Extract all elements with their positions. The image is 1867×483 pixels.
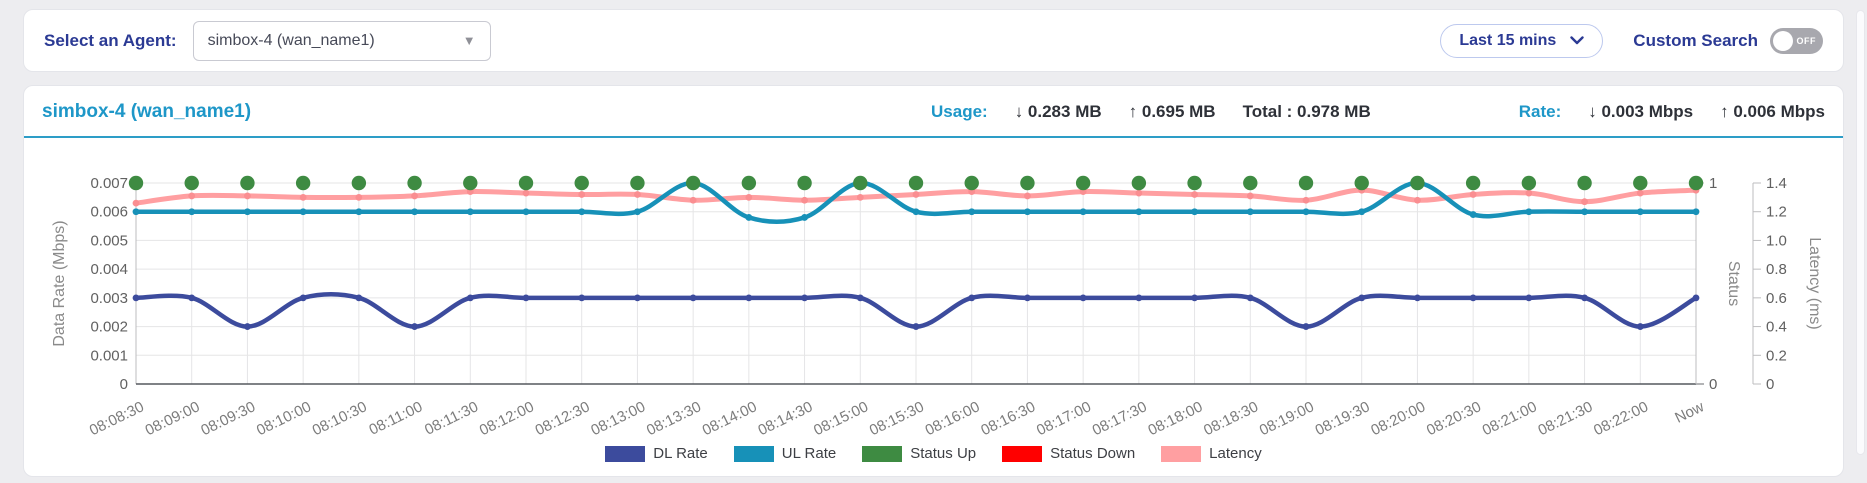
page-scrollbar[interactable]	[1856, 10, 1865, 455]
svg-text:08:17:00: 08:17:00	[1034, 398, 1094, 438]
svg-text:1.4: 1.4	[1766, 175, 1787, 192]
agent-select[interactable]: simbox-4 (wan_name1) ▼	[193, 21, 491, 61]
legend-swatch	[1002, 446, 1042, 462]
svg-text:0.2: 0.2	[1766, 347, 1787, 364]
legend-swatch	[734, 446, 774, 462]
toggle-state-label: OFF	[1797, 36, 1817, 46]
usage-total: Total : 0.978 MB	[1243, 102, 1371, 122]
svg-text:08:15:00: 08:15:00	[811, 398, 871, 438]
legend-item-status-up[interactable]: Status Up	[862, 445, 976, 462]
legend-swatch	[1161, 446, 1201, 462]
agent-select-value: simbox-4 (wan_name1)	[208, 32, 463, 50]
usage-stats: Usage: ↓ 0.283 MB ↑ 0.695 MB Total : 0.9…	[931, 102, 1371, 122]
svg-text:08:22:00: 08:22:00	[1591, 398, 1651, 438]
panel-title: simbox-4 (wan_name1)	[42, 101, 931, 123]
legend-item-ul-rate[interactable]: UL Rate	[734, 445, 836, 462]
svg-text:08:16:30: 08:16:30	[978, 398, 1038, 438]
legend-label: DL Rate	[653, 445, 707, 462]
svg-text:Now: Now	[1672, 398, 1707, 427]
custom-search-toggle[interactable]: OFF	[1770, 28, 1823, 54]
svg-text:Status: Status	[1725, 261, 1742, 306]
select-agent-label: Select an Agent:	[44, 31, 177, 51]
svg-text:08:13:00: 08:13:00	[588, 398, 648, 438]
svg-text:08:11:30: 08:11:30	[422, 398, 481, 438]
rate-label: Rate:	[1519, 102, 1562, 122]
svg-text:08:19:00: 08:19:00	[1257, 398, 1317, 438]
legend-swatch	[605, 446, 645, 462]
svg-text:08:20:00: 08:20:00	[1368, 398, 1428, 438]
panel-header: simbox-4 (wan_name1) Usage: ↓ 0.283 MB ↑…	[24, 86, 1843, 138]
top-toolbar: Select an Agent: simbox-4 (wan_name1) ▼ …	[23, 9, 1844, 72]
time-range-value: Last 15 mins	[1459, 32, 1556, 50]
svg-text:Latency (ms): Latency (ms)	[1806, 237, 1823, 329]
svg-text:0.003: 0.003	[90, 290, 128, 307]
svg-text:0.6: 0.6	[1766, 290, 1787, 307]
legend-label: UL Rate	[782, 445, 836, 462]
rate-download: ↓ 0.003 Mbps	[1588, 102, 1693, 122]
svg-text:1.2: 1.2	[1766, 204, 1787, 221]
svg-text:08:13:30: 08:13:30	[644, 398, 704, 438]
svg-text:0.004: 0.004	[90, 261, 128, 278]
svg-text:08:08:30: 08:08:30	[87, 398, 147, 438]
rate-stats: Rate: ↓ 0.003 Mbps ↑ 0.006 Mbps	[1519, 102, 1825, 122]
usage-upload: ↑ 0.695 MB	[1129, 102, 1216, 122]
svg-text:0.8: 0.8	[1766, 261, 1787, 278]
toggle-knob	[1773, 31, 1793, 51]
legend-item-status-down[interactable]: Status Down	[1002, 445, 1135, 462]
svg-text:08:19:30: 08:19:30	[1313, 398, 1373, 438]
time-range-dropdown[interactable]: Last 15 mins	[1440, 24, 1603, 58]
svg-text:0.002: 0.002	[90, 319, 128, 336]
svg-text:08:17:30: 08:17:30	[1090, 398, 1150, 438]
svg-text:08:21:30: 08:21:30	[1535, 398, 1595, 438]
svg-text:0: 0	[120, 376, 128, 393]
usage-download: ↓ 0.283 MB	[1015, 102, 1102, 122]
legend-item-dl-rate[interactable]: DL Rate	[605, 445, 707, 462]
svg-text:0.005: 0.005	[90, 232, 128, 249]
svg-text:08:09:00: 08:09:00	[143, 398, 203, 438]
legend-swatch	[862, 446, 902, 462]
svg-text:0.001: 0.001	[90, 347, 128, 364]
svg-text:08:14:00: 08:14:00	[700, 398, 760, 438]
svg-text:0: 0	[1766, 376, 1774, 393]
svg-text:0.006: 0.006	[90, 204, 128, 221]
chart-legend: DL Rate UL Rate Status Up Status Down Latenc…	[24, 445, 1843, 462]
agent-chart-panel: simbox-4 (wan_name1) Usage: ↓ 0.283 MB ↑…	[23, 85, 1844, 477]
svg-text:0: 0	[1709, 376, 1717, 393]
svg-text:Data Rate (Mbps): Data Rate (Mbps)	[51, 220, 68, 346]
usage-label: Usage:	[931, 102, 988, 122]
svg-text:08:10:00: 08:10:00	[254, 398, 314, 438]
svg-text:0.4: 0.4	[1766, 319, 1787, 336]
svg-text:08:21:00: 08:21:00	[1480, 398, 1540, 438]
svg-text:08:15:30: 08:15:30	[867, 398, 927, 438]
chevron-down-icon: ▼	[463, 33, 476, 48]
svg-text:08:11:00: 08:11:00	[366, 398, 425, 438]
svg-text:08:16:00: 08:16:00	[923, 398, 983, 438]
svg-text:1.0: 1.0	[1766, 232, 1787, 249]
legend-item-latency[interactable]: Latency	[1161, 445, 1262, 462]
svg-text:08:14:30: 08:14:30	[755, 398, 815, 438]
custom-search-label: Custom Search	[1633, 31, 1758, 51]
rate-upload: ↑ 0.006 Mbps	[1720, 102, 1825, 122]
chart-svg[interactable]: 0.007 0.006 0.005 0.004 0.003 0.002 0.001 0 Data…	[24, 138, 1843, 438]
svg-text:08:12:00: 08:12:00	[477, 398, 537, 438]
legend-label: Status Up	[910, 445, 976, 462]
chevron-down-icon	[1570, 36, 1584, 45]
svg-text:08:12:30: 08:12:30	[533, 398, 593, 438]
svg-text:08:10:30: 08:10:30	[310, 398, 370, 438]
svg-text:1: 1	[1709, 175, 1717, 192]
svg-text:08:18:30: 08:18:30	[1201, 398, 1261, 438]
svg-text:0.007: 0.007	[90, 175, 128, 192]
legend-label: Status Down	[1050, 445, 1135, 462]
legend-label: Latency	[1209, 445, 1262, 462]
chart-area[interactable]: 0.007 0.006 0.005 0.004 0.003 0.002 0.001 0 Data…	[24, 138, 1843, 462]
svg-text:08:09:30: 08:09:30	[198, 398, 258, 438]
svg-text:08:20:30: 08:20:30	[1424, 398, 1484, 438]
svg-text:08:18:00: 08:18:00	[1145, 398, 1205, 438]
